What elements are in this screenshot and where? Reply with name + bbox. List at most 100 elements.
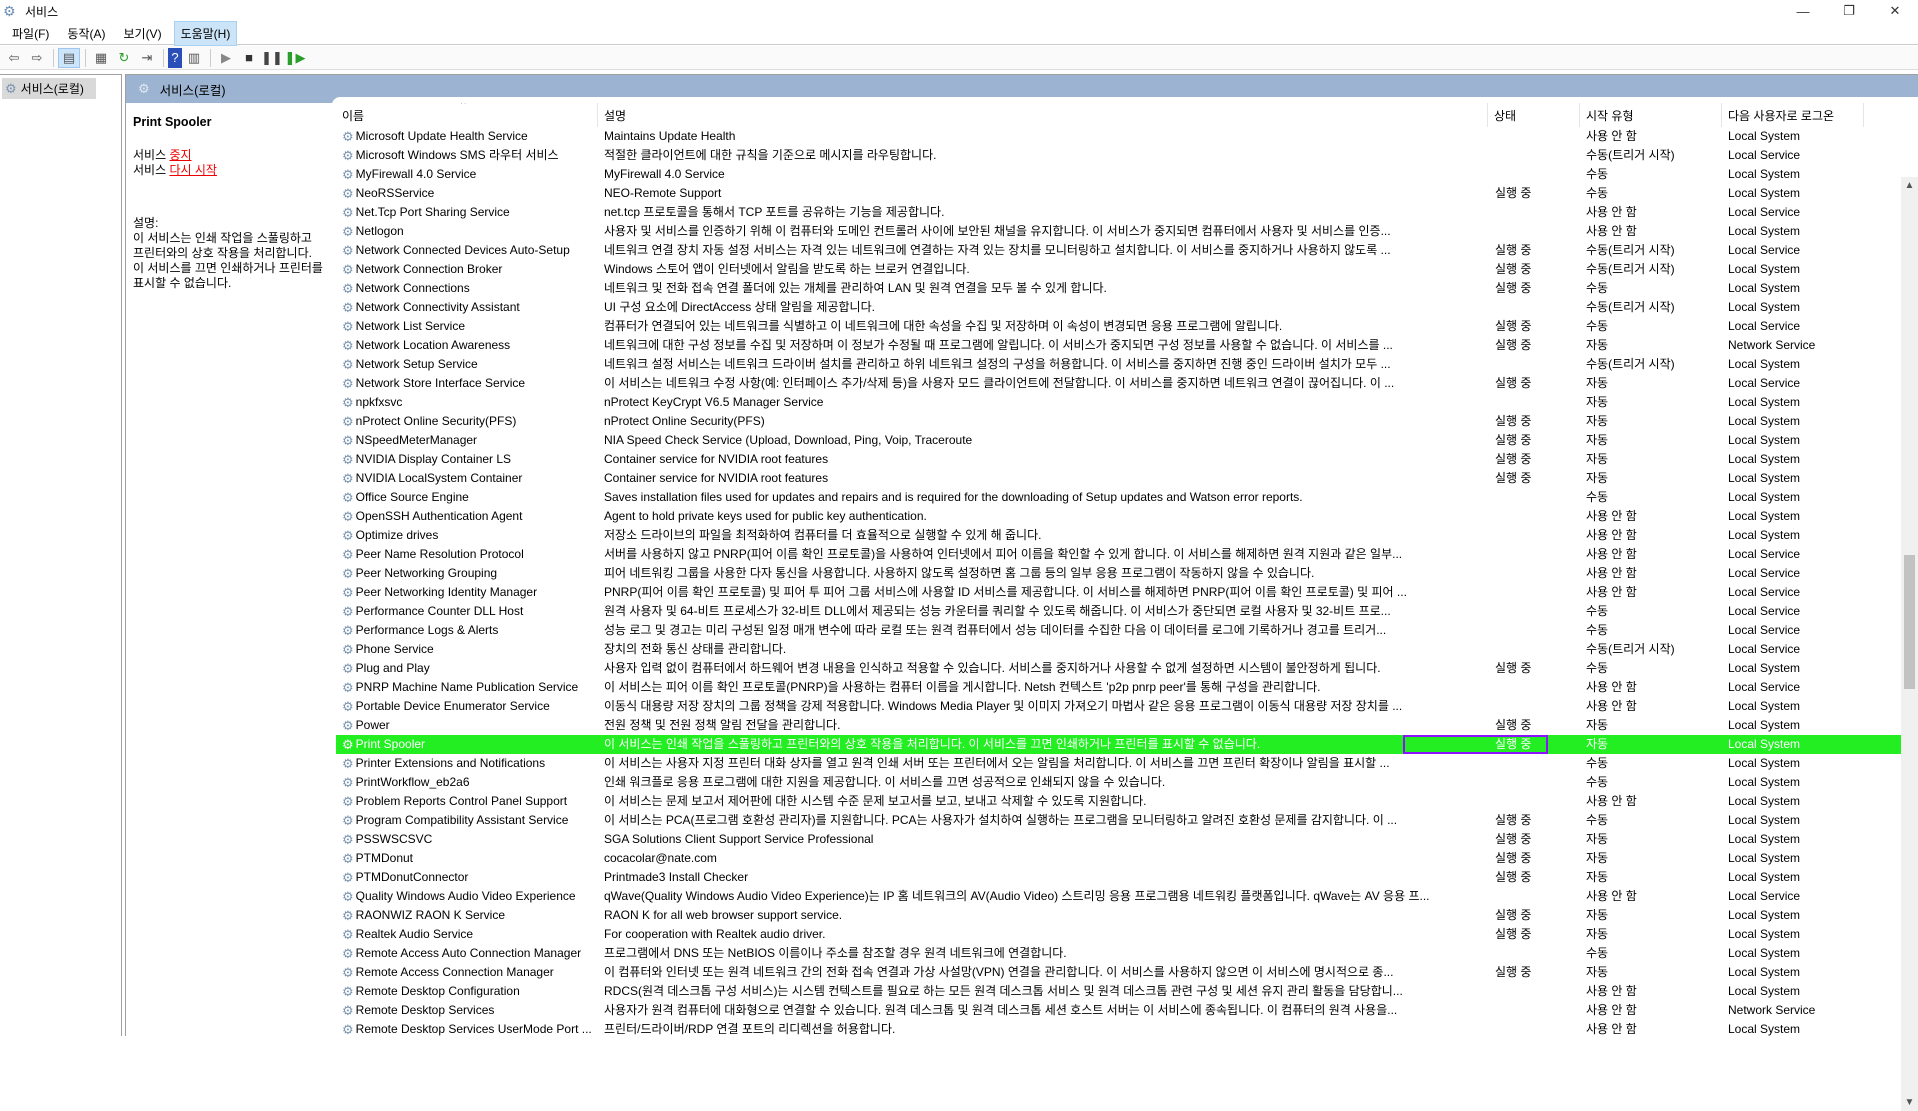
service-row[interactable]: ⚙ Network Connections 네트워크 및 전화 접속 연결 폴더에 … — [336, 279, 1901, 298]
service-status — [1495, 488, 1585, 507]
service-row[interactable]: ⚙ Remote Access Auto Connection Manager 프로… — [336, 944, 1901, 963]
service-name: ⚙ Remote Access Auto Connection Manager — [342, 944, 600, 963]
service-row[interactable]: ⚙ Realtek Audio Service For cooperation wi… — [336, 925, 1901, 944]
service-row[interactable]: ⚙ Performance Logs & Alerts 성능 로그 및 경고는 미리… — [336, 621, 1901, 640]
service-name-label: NeoRSService — [355, 186, 435, 200]
service-row[interactable]: ⚙ Peer Networking Identity Manager PNRP(피어… — [336, 583, 1901, 602]
restart-prefix: 서비스 — [133, 163, 170, 177]
service-row[interactable]: ⚙ PTMDonut cocacolar@nate.com 실행 중 자동 Local S… — [336, 849, 1901, 868]
service-name-label: Network Connection Broker — [355, 262, 503, 276]
service-row[interactable]: ⚙ NSpeedMeterManager NIA Speed Check Servi… — [336, 431, 1901, 450]
service-row[interactable]: ⚙ Network Connected Devices Auto-Setup 네트워… — [336, 241, 1901, 260]
service-row[interactable]: ⚙ Remote Desktop Services 사용자가 원격 컴퓨터에 대화형… — [336, 1001, 1901, 1020]
service-row[interactable]: ⚙ Network Connectivity Assistant UI 구성 요소에… — [336, 298, 1901, 317]
restart-service-icon[interactable]: ❚▶ — [284, 48, 306, 68]
service-row[interactable]: ⚙ Remote Access Connection Manager 이 컴퓨터와 … — [336, 963, 1901, 982]
restart-service-link[interactable]: 다시 시작 — [169, 163, 217, 177]
service-row[interactable]: ⚙ Net.Tcp Port Sharing Service net.tcp 프로토… — [336, 203, 1901, 222]
service-status — [1495, 222, 1585, 241]
service-row[interactable]: ⚙ Network Store Interface Service 이 서비스는 네… — [336, 374, 1901, 393]
service-row[interactable]: ⚙ PNRP Machine Name Publication Service 이 … — [336, 678, 1901, 697]
service-row[interactable]: ⚙ npkfxsvc nProtect KeyCrypt V6.5 Manager … — [336, 393, 1901, 412]
service-row[interactable]: ⚙ Peer Name Resolution Protocol 서버를 사용하지 않… — [336, 545, 1901, 564]
service-row[interactable]: ⚙ MyFirewall 4.0 Service MyFirewall 4.0 Se… — [336, 165, 1901, 184]
service-row[interactable]: ⚙ Program Compatibility Assistant Service… — [336, 811, 1901, 830]
column-header-startup-type[interactable]: 시작 유형 — [1580, 103, 1722, 127]
service-name: ⚙ nProtect Online Security(PFS) — [342, 412, 600, 431]
minimize-button[interactable]: — — [1780, 0, 1826, 22]
menu-help[interactable]: 도움말(H) — [173, 20, 238, 46]
service-row[interactable]: ⚙ Optimize drives 저장소 드라이브의 파일을 최적화하여 컴퓨터를… — [336, 526, 1901, 545]
service-row[interactable]: ⚙ nProtect Online Security(PFS) nProtect O… — [336, 412, 1901, 431]
service-description: 이 서비스는 피어 이름 확인 프로토콜(PNRP)을 사용하는 컴퓨터 이름을… — [604, 680, 1321, 694]
scroll-up-icon[interactable]: ▲ — [1901, 177, 1918, 194]
service-name: ⚙ Netlogon — [342, 222, 600, 241]
vertical-scrollbar[interactable]: ▲ ▼ — [1901, 177, 1918, 1111]
column-header-status[interactable]: 상태 — [1488, 103, 1580, 127]
maximize-button[interactable]: ❐ — [1826, 0, 1872, 22]
service-row[interactable]: ⚙ Problem Reports Control Panel Support 이 … — [336, 792, 1901, 811]
service-description: NEO-Remote Support — [604, 186, 722, 200]
service-row[interactable]: ⚙ RAONWIZ RAON K Service RAON K for all we… — [336, 906, 1901, 925]
service-row[interactable]: ⚙ Office Source Engine Saves installation … — [336, 488, 1901, 507]
scrollbar-thumb[interactable] — [1904, 555, 1915, 689]
tree-item-services-local[interactable]: ⚙ 서비스(로컬) — [2, 78, 96, 99]
service-startup-type: 자동 — [1586, 718, 1609, 732]
show-action-pane-icon[interactable]: ▥ — [183, 48, 205, 68]
service-row[interactable]: ⚙ Printer Extensions and Notifications 이 서… — [336, 754, 1901, 773]
column-header-name[interactable]: 이름 ^ — [336, 103, 598, 127]
close-button[interactable]: ✕ — [1872, 0, 1918, 22]
service-logon: Local Service — [1728, 623, 1801, 637]
stop-service-icon[interactable]: ■ — [238, 48, 260, 68]
service-description: MyFirewall 4.0 Service — [604, 167, 725, 181]
menu-file[interactable]: 파일(F) — [6, 22, 55, 45]
service-row[interactable]: ⚙ Remote Desktop Services UserMode Port .… — [336, 1020, 1901, 1037]
back-arrow-icon[interactable]: ⇦ — [3, 48, 25, 68]
service-row[interactable]: ⚙ Portable Device Enumerator Service 이동식 대… — [336, 697, 1901, 716]
service-row[interactable]: ⚙ Power 전원 정책 및 전원 정책 알림 전달을 관리합니다. 실행 중 자동 L… — [336, 716, 1901, 735]
service-gear-icon: ⚙ — [342, 851, 354, 866]
service-row[interactable]: ⚙ Network List Service 컴퓨터가 연결되어 있는 네트워크를 … — [336, 317, 1901, 336]
service-row[interactable]: ⚙ Network Setup Service 네트워크 설정 서비스는 네트워크 … — [336, 355, 1901, 374]
service-row[interactable]: ⚙ NVIDIA LocalSystem Container Container s… — [336, 469, 1901, 488]
menu-view[interactable]: 보기(V) — [117, 22, 167, 45]
menu-action[interactable]: 동작(A) — [61, 22, 111, 45]
service-gear-icon: ⚙ — [342, 300, 354, 315]
column-header-description[interactable]: 설명 — [598, 103, 1488, 127]
service-row[interactable]: ⚙ Quality Windows Audio Video Experience q… — [336, 887, 1901, 906]
export-list-icon[interactable]: ⇥ — [136, 48, 158, 68]
service-row[interactable]: ⚙ Network Connection Broker Windows 스토어 앱이… — [336, 260, 1901, 279]
service-row[interactable]: ⚙ NVIDIA Display Container LS Container se… — [336, 450, 1901, 469]
service-row[interactable]: ⚙ OpenSSH Authentication Agent Agent to ho… — [336, 507, 1901, 526]
column-header-log-on-as[interactable]: 다음 사용자로 로그온 — [1722, 103, 1864, 127]
service-name: ⚙ Microsoft Windows SMS 라우터 서비스 — [342, 146, 600, 165]
forward-arrow-icon[interactable]: ⇨ — [26, 48, 48, 68]
service-row[interactable]: ⚙ Peer Networking Grouping 피어 네트워킹 그룹을 사용한… — [336, 564, 1901, 583]
service-row[interactable]: ⚙ Microsoft Update Health Service Maintain… — [336, 127, 1901, 146]
service-row[interactable]: ⚙ Performance Counter DLL Host 원격 사용자 및 64… — [336, 602, 1901, 621]
service-row[interactable]: ⚙ Plug and Play 사용자 입력 없이 컴퓨터에서 하드웨어 변경 내용… — [336, 659, 1901, 678]
service-row-selected[interactable]: ⚙ Print Spooler 이 서비스는 인쇄 작업을 스풀링하고 프린터와의 … — [336, 735, 1901, 754]
service-row[interactable]: ⚙ PSSWSCSVC SGA Solutions Client Support S… — [336, 830, 1901, 849]
service-row[interactable]: ⚙ PTMDonutConnector Printmade3 Install Che… — [336, 868, 1901, 887]
service-row[interactable]: ⚙ NeoRSService NEO-Remote Support 실행 중 수동 Loc… — [336, 184, 1901, 203]
service-row[interactable]: ⚙ PrintWorkflow_eb2a6 인쇄 워크플로 응용 프로그램에 대한 … — [336, 773, 1901, 792]
service-name-label: Network Location Awareness — [355, 338, 511, 352]
service-startup-type: 수동 — [1586, 623, 1609, 637]
service-row[interactable]: ⚙ Remote Desktop Configuration RDCS(원격 데스크… — [336, 982, 1901, 1001]
help-icon[interactable]: ? — [168, 47, 182, 68]
service-row[interactable]: ⚙ Microsoft Windows SMS 라우터 서비스 적절한 클라이언트에… — [336, 146, 1901, 165]
service-row[interactable]: ⚙ Netlogon 사용자 및 서비스를 인증하기 위해 이 컴퓨터와 도메인 컨… — [336, 222, 1901, 241]
pause-service-icon[interactable]: ❚❚ — [261, 48, 283, 68]
service-startup-type: 사용 안 함 — [1586, 585, 1637, 599]
service-name-label: OpenSSH Authentication Agent — [355, 509, 523, 523]
start-service-icon[interactable]: ▶ — [215, 48, 237, 68]
properties-icon[interactable]: ▦ — [90, 48, 112, 68]
refresh-icon[interactable]: ↻ — [113, 48, 135, 68]
stop-service-link[interactable]: 중지 — [169, 148, 191, 162]
service-row[interactable]: ⚙ Phone Service 장치의 전화 통신 상태를 관리합니다. 수동(트리거… — [336, 640, 1901, 659]
service-name-label: Net.Tcp Port Sharing Service — [355, 205, 510, 219]
service-row[interactable]: ⚙ Network Location Awareness 네트워크에 대한 구성 정… — [336, 336, 1901, 355]
show-hide-console-tree-icon[interactable]: ▤ — [58, 47, 80, 68]
scroll-down-icon[interactable]: ▼ — [1901, 1094, 1918, 1111]
